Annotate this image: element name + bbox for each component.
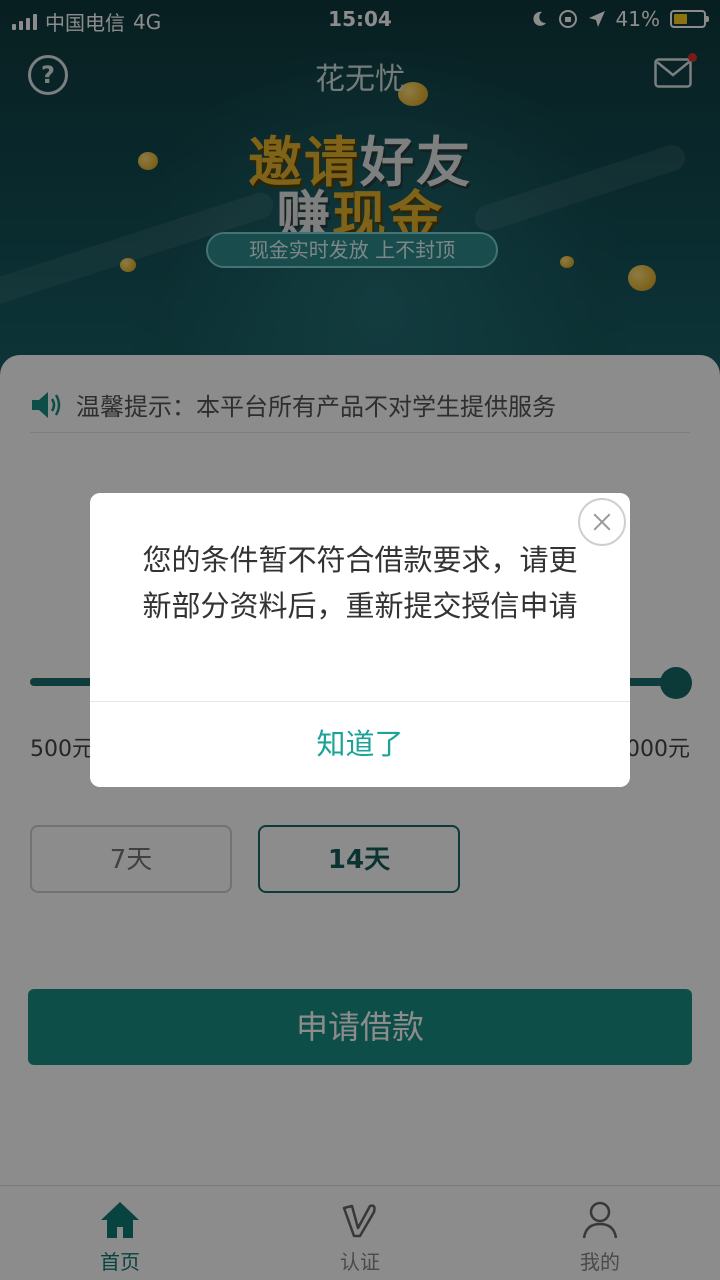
dialog-confirm-button[interactable]: 知道了: [90, 702, 630, 787]
dialog-message: 您的条件暂不符合借款要求，请更新部分资料后，重新提交授信申请: [142, 543, 578, 623]
alert-dialog: 您的条件暂不符合借款要求，请更新部分资料后，重新提交授信申请 知道了: [90, 493, 630, 787]
